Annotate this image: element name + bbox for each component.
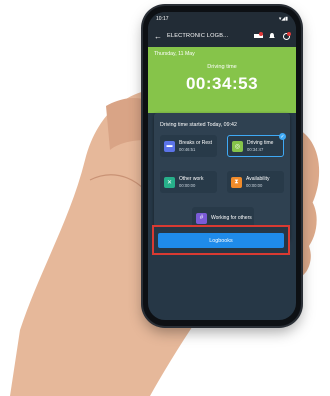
timer-value: 00:34:53 xyxy=(185,74,259,93)
activity-card: Driving time started Today, 09:42 ▬ Brea… xyxy=(154,113,290,241)
activity-started-text: Driving time started Today, 09:42 xyxy=(160,122,237,128)
tile-availability[interactable]: ⧗ Availability 00:00:00 xyxy=(227,171,284,193)
tile-duration: 00:46:51 xyxy=(179,147,196,152)
app-screen: 10:17 ▾◢▮ ← ELECTRONIC LOGB... Thursday,… xyxy=(148,12,296,320)
app-title: ELECTRONIC LOGB... xyxy=(167,33,229,39)
tile-duration: 00:00:00 xyxy=(179,183,196,188)
signal-battery-icon: ▾◢▮ xyxy=(278,15,288,22)
tools-icon: ✕ xyxy=(164,176,175,188)
tile-name: Other work xyxy=(179,176,204,182)
truck-alert-icon[interactable] xyxy=(253,31,263,41)
back-arrow-icon[interactable]: ← xyxy=(153,31,163,41)
status-time: 10:17 xyxy=(156,15,169,22)
tile-breaks-or-rest[interactable]: ▬ Breaks or Rest 00:46:51 xyxy=(160,135,217,157)
bell-icon[interactable] xyxy=(267,31,277,41)
tile-name: Driving time xyxy=(247,140,274,146)
sync-alert-icon[interactable] xyxy=(281,31,291,41)
steering-wheel-icon: ◎ xyxy=(232,140,243,152)
current-date: Thursday, 11 May xyxy=(154,51,195,57)
hash-icon: # xyxy=(196,212,207,224)
status-bar: 10:17 ▾◢▮ xyxy=(148,12,296,25)
phone-frame: 10:17 ▾◢▮ ← ELECTRONIC LOGB... Thursday,… xyxy=(143,6,301,326)
tile-other-work[interactable]: ✕ Other work 00:00:00 xyxy=(160,171,217,193)
timer-label: Driving time xyxy=(207,64,237,70)
tile-name: Working for others xyxy=(211,215,252,221)
tile-driving-time[interactable]: ◎ Driving time 00:34:47 ✓ xyxy=(227,133,286,157)
tile-name: Availability xyxy=(246,176,270,182)
tile-duration: 00:00:00 xyxy=(246,183,263,188)
logbooks-button[interactable]: Logbooks xyxy=(158,233,284,248)
tile-duration: 00:34:47 xyxy=(247,147,264,152)
bed-icon: ▬ xyxy=(164,140,175,152)
app-bar: ← ELECTRONIC LOGB... xyxy=(148,25,296,47)
tile-name: Breaks or Rest xyxy=(179,140,213,146)
driving-timer-panel: Thursday, 11 May Driving time 00:34:53 xyxy=(148,47,296,113)
hourglass-icon: ⧗ xyxy=(231,176,242,188)
logbooks-highlight: Logbooks xyxy=(152,225,290,255)
check-icon: ✓ xyxy=(279,133,286,140)
